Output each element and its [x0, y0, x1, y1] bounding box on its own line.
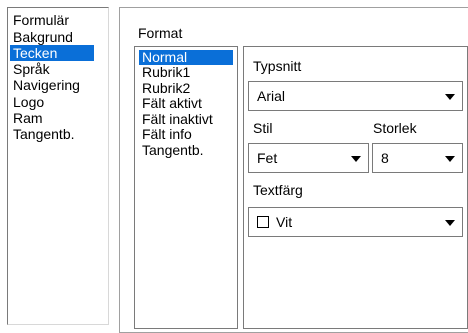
style-label: Stil	[253, 120, 273, 136]
category-item-logo[interactable]: Logo	[10, 94, 47, 110]
category-list[interactable]: Formulär Bakgrund Tecken Språk Navigerin…	[7, 7, 109, 325]
style-item-tangentb[interactable]: Tangentb.	[139, 143, 207, 158]
category-item-ram[interactable]: Ram	[10, 110, 46, 126]
style-list[interactable]: Normal Rubrik1 Rubrik2 Fält aktivt Fält …	[134, 46, 238, 329]
style-item-normal[interactable]: Normal	[139, 50, 233, 65]
text-color-select[interactable]: Vit	[248, 207, 463, 237]
font-select-value: Arial	[257, 88, 286, 104]
chevron-down-icon	[351, 156, 361, 162]
font-select[interactable]: Arial	[248, 81, 463, 111]
style-select-value: Fet	[257, 150, 278, 166]
chevron-down-icon	[445, 220, 455, 226]
category-item-sprak[interactable]: Språk	[10, 61, 53, 77]
size-select[interactable]: 8	[372, 143, 463, 173]
style-item-rubrik2[interactable]: Rubrik2	[139, 81, 193, 96]
category-item-navigering[interactable]: Navigering	[10, 77, 83, 93]
text-color-label: Textfärg	[253, 182, 303, 198]
color-swatch-icon	[257, 216, 269, 228]
style-item-falt-inaktivt[interactable]: Fält inaktivt	[139, 112, 216, 127]
format-label: Format	[138, 25, 183, 41]
style-item-falt-aktivt[interactable]: Fält aktivt	[139, 96, 205, 111]
category-item-bakgrund[interactable]: Bakgrund	[10, 29, 76, 45]
style-item-falt-info[interactable]: Fält info	[139, 127, 195, 142]
style-item-rubrik1[interactable]: Rubrik1	[139, 65, 193, 80]
text-color-value: Vit	[276, 214, 293, 230]
font-label: Typsnitt	[253, 58, 302, 74]
chevron-down-icon	[445, 156, 455, 162]
style-select[interactable]: Fet	[248, 143, 369, 173]
chevron-down-icon	[445, 94, 455, 100]
category-item-tangentb[interactable]: Tangentb.	[10, 126, 78, 142]
size-select-value: 8	[381, 150, 389, 166]
settings-window: Formulär Bakgrund Tecken Språk Navigerin…	[0, 0, 468, 333]
category-item-tecken[interactable]: Tecken	[10, 45, 94, 61]
size-label: Storlek	[373, 120, 417, 136]
category-item-formular[interactable]: Formulär	[10, 12, 72, 28]
